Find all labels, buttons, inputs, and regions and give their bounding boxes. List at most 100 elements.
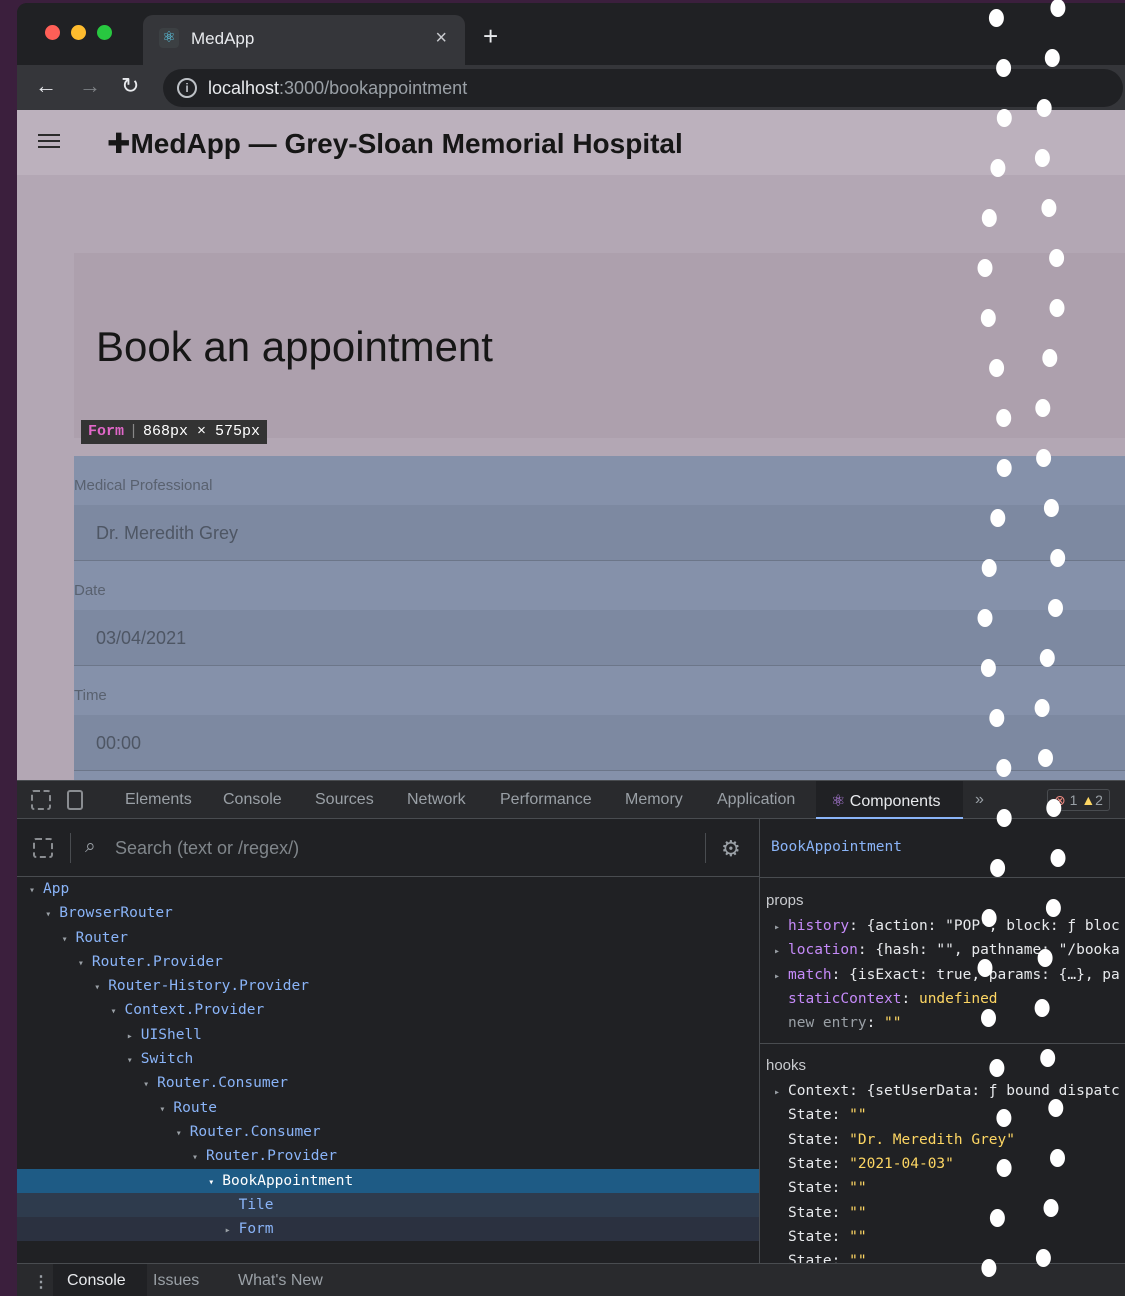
browser-tab[interactable]: ⚛ MedApp × bbox=[143, 15, 465, 65]
new-tab-button[interactable]: + bbox=[483, 23, 498, 49]
tab-memory[interactable]: Memory bbox=[625, 791, 683, 809]
entry-value: undefined bbox=[918, 990, 998, 1007]
tree-node[interactable]: ▸ Form bbox=[17, 1217, 759, 1243]
expand-arrow-icon[interactable]: ▾ bbox=[45, 903, 59, 927]
address-bar[interactable]: i localhost:3000/bookappointment bbox=[163, 69, 1123, 107]
hook-row[interactable]: State: "" bbox=[774, 1229, 867, 1245]
hook-row[interactable]: State: "Dr. Meredith Grey" bbox=[774, 1132, 1015, 1148]
expand-arrow-icon[interactable]: ▸ bbox=[774, 922, 788, 933]
expand-arrow-icon[interactable]: ▾ bbox=[111, 1000, 125, 1024]
entry-key: State bbox=[788, 1131, 832, 1148]
maximize-window-button[interactable] bbox=[97, 25, 112, 40]
field-label: Medical Professional bbox=[74, 477, 213, 494]
prop-row[interactable]: ▸ location: {hash: "", pathname: "/booka bbox=[774, 942, 1120, 958]
hook-row[interactable]: State: "" bbox=[774, 1253, 867, 1263]
tree-node[interactable]: ▸ UIShell bbox=[17, 1023, 759, 1047]
close-tab-icon[interactable]: × bbox=[435, 27, 447, 50]
expand-arrow-icon[interactable]: ▾ bbox=[143, 1073, 157, 1097]
collapse-arrow-icon[interactable]: ▸ bbox=[225, 1219, 239, 1243]
tab-components[interactable]: ⚛ Components bbox=[831, 791, 941, 811]
expand-arrow-icon[interactable]: ▾ bbox=[94, 976, 108, 1000]
tree-node[interactable]: ▾ Context.Provider bbox=[17, 998, 759, 1022]
tree-node-label: Router bbox=[75, 929, 128, 946]
collapse-arrow-icon[interactable]: ▸ bbox=[127, 1025, 141, 1049]
search-icon: ⌕ bbox=[85, 836, 96, 857]
hook-row[interactable]: ▸ Context: {setUserData: ƒ bound dispatc bbox=[774, 1083, 1120, 1099]
tree-node-label: Tile bbox=[238, 1196, 274, 1213]
medical-professional-select[interactable]: Dr. Meredith Grey bbox=[74, 505, 1125, 561]
expand-arrow-icon[interactable]: ▾ bbox=[29, 879, 43, 903]
time-input[interactable]: 00:00 bbox=[74, 715, 1125, 771]
devtools-drawer: ⋮ Console Issues What's New bbox=[17, 1263, 1125, 1296]
url-host: localhost bbox=[208, 78, 280, 98]
tree-node[interactable]: ▾ App bbox=[17, 877, 759, 901]
select-element-icon[interactable] bbox=[33, 838, 53, 858]
tree-node-label: App bbox=[43, 881, 70, 897]
drawer-tab-whats-new[interactable]: What's New bbox=[238, 1272, 323, 1290]
drawer-tab-console[interactable]: Console bbox=[67, 1272, 126, 1290]
tab-network[interactable]: Network bbox=[407, 791, 466, 809]
close-window-button[interactable] bbox=[45, 25, 60, 40]
date-input[interactable]: 03/04/2021 bbox=[74, 610, 1125, 666]
back-button[interactable]: ← bbox=[35, 74, 57, 98]
gear-icon[interactable]: ⚙ bbox=[721, 836, 741, 862]
expand-arrow-icon[interactable]: ▸ bbox=[774, 1087, 788, 1098]
app-title: ✚MedApp — Grey-Sloan Memorial Hospital bbox=[107, 127, 683, 160]
tab-sources[interactable]: Sources bbox=[315, 791, 374, 809]
tab-console[interactable]: Console bbox=[223, 791, 282, 809]
expand-arrow-icon[interactable]: ▸ bbox=[774, 946, 788, 957]
entry-value: "" bbox=[849, 1253, 867, 1263]
minimize-window-button[interactable] bbox=[71, 25, 86, 40]
tree-node-label: BookAppointment bbox=[222, 1172, 354, 1189]
tree-node[interactable]: ▾ Route bbox=[17, 1096, 759, 1120]
tab-elements[interactable]: Elements bbox=[125, 791, 192, 809]
prop-row[interactable]: ▸ match: {isExact: true, params: {…}, pa bbox=[774, 967, 1120, 983]
expand-arrow-icon[interactable]: ▾ bbox=[176, 1122, 190, 1146]
overlay-tag: Form bbox=[88, 423, 125, 440]
app-title-text: MedApp — Grey-Sloan Memorial Hospital bbox=[130, 128, 683, 159]
hook-row[interactable]: State: "2021-04-03" bbox=[774, 1156, 954, 1172]
expand-arrow-icon[interactable]: ▾ bbox=[208, 1171, 222, 1195]
tree-node[interactable]: ▾ Router.Provider bbox=[17, 950, 759, 974]
issues-badge[interactable]: ⊗ 1 ▲2 bbox=[1047, 789, 1110, 811]
prop-row[interactable]: new entry: "" bbox=[774, 1015, 902, 1031]
expand-arrow-icon[interactable]: ▾ bbox=[192, 1146, 206, 1170]
inspect-element-icon[interactable] bbox=[31, 790, 51, 810]
tree-node[interactable]: ▾ Router.Provider bbox=[17, 1144, 759, 1168]
tree-node[interactable]: ▾ BrowserRouter bbox=[17, 901, 759, 925]
entry-value: {action: "POP", block: ƒ bloc bbox=[866, 918, 1120, 934]
browser-window: ⚛ MedApp × + ← → ↻ i localhost:3000/book… bbox=[17, 3, 1125, 1296]
expand-arrow-icon[interactable]: ▾ bbox=[127, 1049, 141, 1073]
more-tabs-icon[interactable]: » bbox=[975, 791, 984, 809]
drawer-tab-issues[interactable]: Issues bbox=[153, 1272, 199, 1290]
expand-arrow-icon[interactable]: ▾ bbox=[62, 928, 76, 952]
tree-search-input[interactable]: Search (text or /regex/) bbox=[115, 838, 299, 859]
expand-arrow-icon[interactable]: ▸ bbox=[774, 971, 788, 982]
tree-node[interactable]: ▾ Router bbox=[17, 926, 759, 950]
hook-row[interactable]: State: "" bbox=[774, 1107, 867, 1123]
tab-application[interactable]: Application bbox=[717, 791, 795, 809]
drawer-menu-icon[interactable]: ⋮ bbox=[33, 1272, 49, 1292]
expand-arrow-icon[interactable]: ▾ bbox=[159, 1098, 173, 1122]
tab-performance[interactable]: Performance bbox=[500, 791, 592, 809]
tree-node-label: Form bbox=[238, 1221, 274, 1238]
tree-node-label: Route bbox=[173, 1099, 218, 1116]
device-toolbar-icon[interactable] bbox=[67, 790, 83, 810]
tree-node[interactable]: ▾ Router.Consumer bbox=[17, 1120, 759, 1144]
tree-node[interactable]: ▾ Router.Consumer bbox=[17, 1071, 759, 1095]
forward-button[interactable]: → bbox=[79, 74, 101, 98]
tree-node[interactable]: ▾ Router-History.Provider bbox=[17, 974, 759, 998]
tree-node[interactable]: ▾ BookAppointment bbox=[17, 1168, 759, 1195]
entry-value: "Dr. Meredith Grey" bbox=[849, 1131, 1015, 1148]
tree-node[interactable]: ▾ Switch bbox=[17, 1047, 759, 1071]
hook-row[interactable]: State: "" bbox=[774, 1180, 867, 1196]
tree-node[interactable]: Tile bbox=[17, 1192, 759, 1218]
menu-icon[interactable] bbox=[38, 134, 60, 150]
reload-button[interactable]: ↻ bbox=[121, 74, 139, 98]
entry-key: State bbox=[788, 1204, 832, 1221]
prop-row[interactable]: ▸ history: {action: "POP", block: ƒ bloc bbox=[774, 918, 1120, 934]
info-icon[interactable]: i bbox=[177, 78, 197, 98]
prop-row[interactable]: staticContext: undefined bbox=[774, 991, 998, 1007]
hook-row[interactable]: State: "" bbox=[774, 1205, 867, 1221]
expand-arrow-icon[interactable]: ▾ bbox=[78, 952, 92, 976]
